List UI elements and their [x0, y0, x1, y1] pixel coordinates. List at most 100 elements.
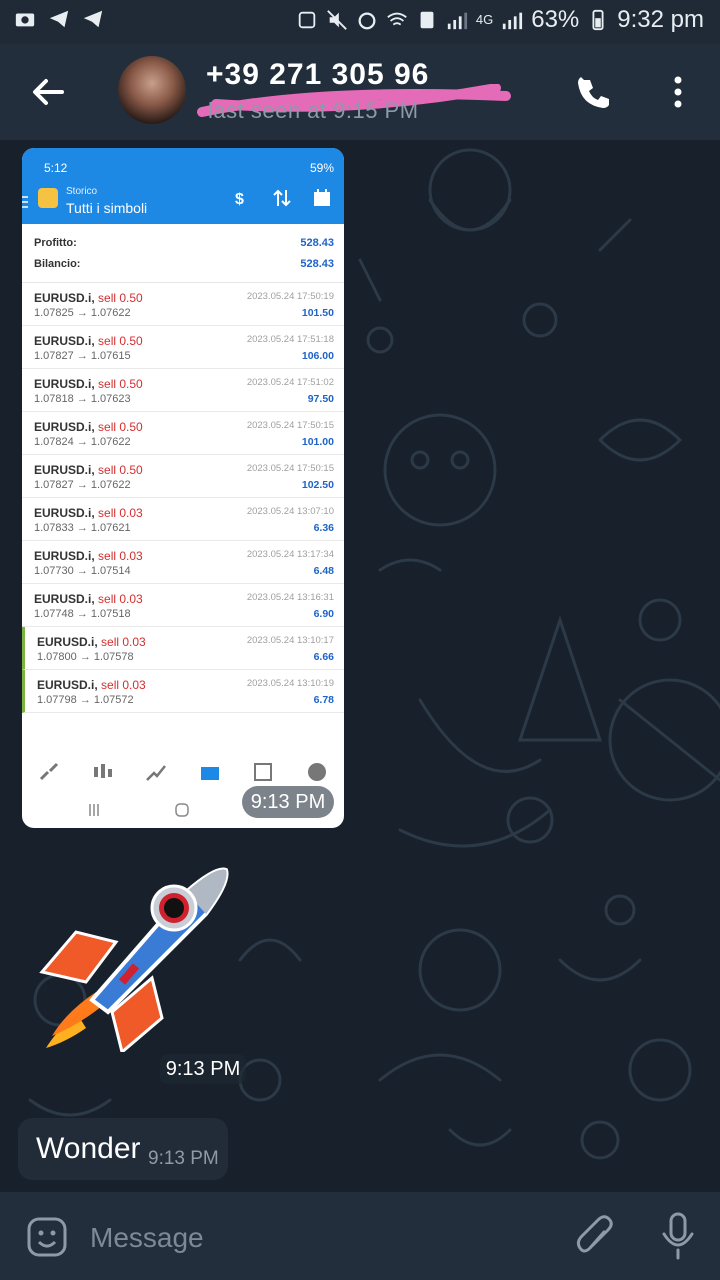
deal-profit: 6.90 [313, 608, 334, 620]
phone-icon[interactable] [574, 74, 614, 114]
deal-profit: 97.50 [307, 393, 334, 405]
summary-row: Bilancio: 528.43 [34, 257, 334, 270]
more-options-icon[interactable] [664, 72, 692, 112]
deal-date: 2023.05.24 17:50:19 [246, 291, 334, 302]
metatrader-logo [38, 188, 58, 208]
history-icon [200, 767, 219, 780]
screenshot-app-bar: Storico Tutti i simboli $ [22, 186, 344, 224]
deal-profit: 6.48 [313, 565, 334, 577]
sort-icon [273, 189, 291, 207]
calendar-icon [314, 189, 330, 206]
deal-prices: 1.07800 → 1.07578 [37, 651, 134, 663]
deal-symbol: EURUSD.i, sell 0.50 [34, 377, 143, 391]
deal-row: EURUSD.i, sell 0.50 1.07824 → 1.07622 2023… [22, 412, 344, 455]
network-type: 4G [475, 12, 494, 27]
deal-prices: 1.07798 → 1.07572 [37, 694, 134, 706]
deal-date: 2023.05.24 13:10:19 [246, 678, 334, 689]
telegram-icon [49, 10, 69, 28]
deal-profit: 6.66 [313, 651, 334, 663]
deal-profit: 106.00 [301, 350, 334, 362]
deal-symbol: EURUSD.i, sell 0.03 [37, 635, 146, 649]
deal-row: EURUSD.i, sell 0.50 1.07827 → 1.07622 2023… [22, 455, 344, 498]
deal-row: EURUSD.i, sell 0.50 1.07825 → 1.07622 2023… [22, 283, 344, 326]
deal-prices: 1.07818 → 1.07623 [34, 393, 131, 405]
message-timestamp: 9:13 PM [148, 1148, 219, 1169]
signal-icon [447, 12, 467, 30]
emoji-sticker-icon[interactable] [26, 1216, 68, 1258]
clock: 9:32 pm [617, 6, 704, 33]
deal-symbol: EURUSD.i, sell 0.03 [34, 592, 143, 606]
chat-header: +39 271 305 96 last seen at 9:15 PM [0, 44, 720, 140]
screenshot-status-bar: 5:12 59% [22, 148, 344, 188]
trade-icon [146, 765, 167, 781]
deal-row: EURUSD.i, sell 0.03 1.07798 → 1.07572 2023… [22, 670, 344, 713]
screenshot-bottom-nav [22, 754, 344, 790]
deal-date: 2023.05.24 13:17:34 [246, 549, 334, 560]
image-timestamp: 9:13 PM [242, 786, 334, 818]
deal-prices: 1.07730 → 1.07514 [34, 565, 131, 577]
deal-prices: 1.07824 → 1.07622 [34, 436, 131, 448]
recycle-icon [298, 11, 316, 29]
message-input[interactable]: Message [90, 1222, 204, 1254]
telegram-icon [83, 10, 103, 28]
deal-date: 2023.05.24 17:51:18 [246, 334, 334, 345]
screenshot-app-subtitle: Storico [66, 186, 98, 197]
deal-date: 2023.05.24 13:07:10 [246, 506, 334, 517]
deal-symbol: EURUSD.i, sell 0.50 [34, 463, 143, 477]
sticker-timestamp: 9:13 PM [160, 1054, 246, 1084]
deposit-icon: $ [235, 191, 244, 208]
alarm-icon [358, 12, 376, 30]
deal-row: EURUSD.i, sell 0.03 1.07800 → 1.07578 2023… [22, 627, 344, 670]
attach-icon[interactable] [574, 1214, 614, 1258]
screenshot-summary: Profitto: 528.43 Bilancio: 528.43 [22, 224, 344, 283]
deal-row: EURUSD.i, sell 0.03 1.07833 → 1.07621 2023… [22, 498, 344, 541]
screenshot-app-title: Tutti i simboli [66, 200, 148, 216]
deal-profit: 6.36 [313, 522, 334, 534]
chart-icon [94, 764, 113, 778]
mute-icon [327, 10, 347, 30]
last-seen: last seen at 9:15 PM [208, 98, 419, 123]
sim-icon [420, 11, 434, 29]
battery-icon [592, 9, 604, 31]
svg-text:$: $ [235, 191, 244, 208]
deal-symbol: EURUSD.i, sell 0.03 [34, 506, 143, 520]
menu-icon [22, 196, 28, 208]
signal-icon [503, 12, 523, 30]
deal-date: 2023.05.24 17:50:15 [246, 420, 334, 431]
deal-profit: 102.50 [301, 479, 334, 491]
deal-profit: 101.50 [301, 307, 334, 319]
deal-prices: 1.07827 → 1.07622 [34, 479, 131, 491]
deal-date: 2023.05.24 17:50:15 [246, 463, 334, 474]
chat-icon [308, 763, 327, 781]
avatar[interactable] [118, 56, 186, 124]
news-icon [254, 763, 273, 781]
summary-row: Profitto: 528.43 [34, 236, 334, 249]
deal-prices: 1.07825 → 1.07622 [34, 307, 131, 319]
screenshot-time: 5:12 [44, 161, 68, 175]
deal-row: EURUSD.i, sell 0.03 1.07730 → 1.07514 2023… [22, 541, 344, 584]
deal-prices: 1.07827 → 1.07615 [34, 350, 131, 362]
back-arrow-icon[interactable] [28, 72, 68, 112]
image-message[interactable]: 5:12 59% Storico Tutti i simboli $ Profi… [22, 148, 344, 828]
rocket-sticker-icon[interactable] [36, 862, 232, 1052]
screenshot-battery: 59% [309, 161, 334, 175]
message-text: Wonder [36, 1132, 141, 1165]
microphone-icon[interactable] [660, 1212, 696, 1260]
camera-icon [15, 13, 35, 27]
deal-profit: 101.00 [301, 436, 334, 448]
deal-symbol: EURUSD.i, sell 0.50 [34, 291, 143, 305]
deal-symbol: EURUSD.i, sell 0.03 [34, 549, 143, 563]
wifi-icon [387, 12, 407, 26]
battery-percent: 63% [531, 6, 580, 33]
deal-date: 2023.05.24 17:51:02 [246, 377, 334, 388]
deal-prices: 1.07833 → 1.07621 [34, 522, 131, 534]
message-bubble[interactable]: Wonder 9:13 PM [18, 1118, 228, 1180]
deal-date: 2023.05.24 13:16:31 [246, 592, 334, 603]
deal-row: EURUSD.i, sell 0.50 1.07818 → 1.07623 2023… [22, 369, 344, 412]
deal-row: EURUSD.i, sell 0.03 1.07748 → 1.07518 2023… [22, 584, 344, 627]
deal-symbol: EURUSD.i, sell 0.03 [37, 678, 146, 692]
deal-symbol: EURUSD.i, sell 0.50 [34, 334, 143, 348]
deal-symbol: EURUSD.i, sell 0.50 [34, 420, 143, 434]
quotes-icon [39, 762, 58, 781]
message-composer: Message [0, 1192, 720, 1280]
